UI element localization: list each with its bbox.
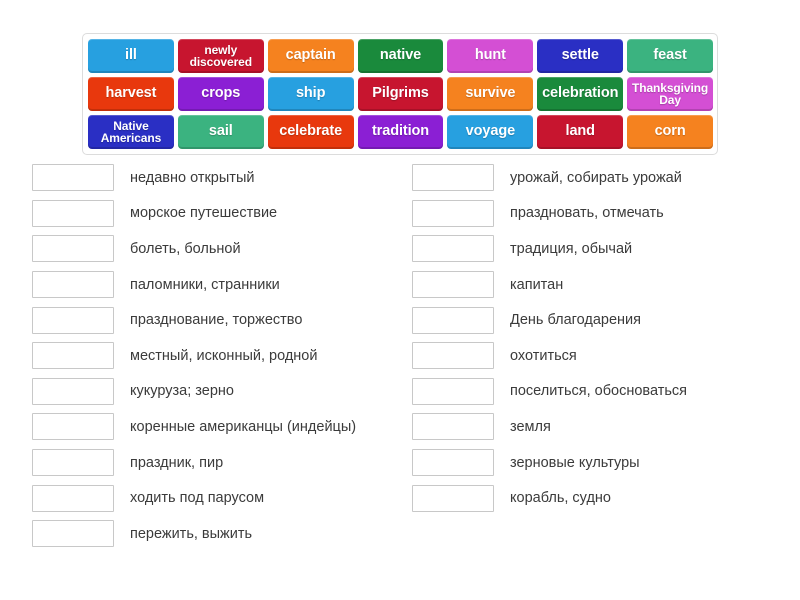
- answer-definition-label: праздновать, отмечать: [510, 205, 664, 222]
- answer-drop-box-right-9[interactable]: [412, 449, 494, 477]
- answer-row: местный, исконный, родной: [32, 338, 412, 374]
- answer-drop-box-right-6[interactable]: [412, 342, 494, 370]
- answer-drop-box-left-7[interactable]: [32, 377, 114, 405]
- answer-definition-label: недавно открытый: [130, 169, 255, 186]
- word-tile[interactable]: newly discovered: [177, 39, 264, 73]
- answer-row: коренные американцы (индейцы): [32, 409, 412, 445]
- answer-drop-box-left-5[interactable]: [32, 306, 114, 334]
- answer-definition-label: капитан: [510, 276, 564, 293]
- answer-definition-label: местный, исконный, родной: [130, 347, 318, 364]
- answer-definition-label: коренные американцы (индейцы): [130, 418, 357, 435]
- answer-definition-label: празднование, торжество: [130, 312, 303, 329]
- word-bank: ill newly discovered captain native hunt sett…: [82, 33, 718, 155]
- word-tile[interactable]: corn: [627, 115, 714, 149]
- word-tile[interactable]: feast: [627, 39, 714, 73]
- word-tile[interactable]: survive: [447, 77, 534, 111]
- answer-row: День благодарения: [412, 302, 792, 338]
- answer-definition-label: охотиться: [510, 347, 577, 364]
- answer-row: охотиться: [412, 338, 792, 374]
- answer-definition-label: зерновые культуры: [510, 454, 640, 471]
- answer-drop-box-left-11[interactable]: [32, 520, 114, 548]
- word-tile[interactable]: Native Americans: [88, 115, 174, 149]
- word-tile[interactable]: Pilgrims: [357, 77, 444, 111]
- word-tile[interactable]: celebration: [537, 77, 624, 111]
- answer-row: праздник, пир: [32, 445, 412, 481]
- answer-row: ходить под парусом: [32, 480, 412, 516]
- word-tile[interactable]: ship: [267, 77, 354, 111]
- answer-definition-label: морское путешествие: [130, 205, 278, 222]
- answer-column-left: недавно открытый морское путешествие болет…: [32, 160, 412, 552]
- answer-drop-box-right-5[interactable]: [412, 306, 494, 334]
- answer-row: земля: [412, 409, 792, 445]
- word-tile[interactable]: hunt: [447, 39, 534, 73]
- answer-definition-label: поселиться, обосноваться: [510, 383, 688, 400]
- word-tile[interactable]: Thanksgiving Day: [627, 77, 714, 111]
- answer-row: урожай, собирать урожай: [412, 160, 792, 196]
- word-tile[interactable]: captain: [267, 39, 354, 73]
- word-tile[interactable]: native: [357, 39, 444, 73]
- answer-drop-box-right-4[interactable]: [412, 271, 494, 299]
- answer-row: морское путешествие: [32, 196, 412, 232]
- answer-column-right: урожай, собирать урожай праздновать, отме…: [412, 160, 792, 552]
- answer-drop-box-left-9[interactable]: [32, 449, 114, 477]
- answer-definition-label: ходить под парусом: [130, 490, 265, 507]
- word-tile[interactable]: crops: [177, 77, 264, 111]
- answer-drop-box-right-8[interactable]: [412, 413, 494, 441]
- answer-drop-box-left-10[interactable]: [32, 484, 114, 512]
- answer-row: празднование, торжество: [32, 302, 412, 338]
- word-bank-row: ill newly discovered captain native hunt sett…: [88, 39, 714, 73]
- answer-definition-label: земля: [510, 418, 551, 435]
- word-tile[interactable]: ill: [88, 39, 174, 73]
- answer-drop-box-left-4[interactable]: [32, 271, 114, 299]
- answer-row: кукуруза; зерно: [32, 374, 412, 410]
- word-bank-row: harvest crops ship Pilgrims survive celebrati…: [88, 77, 714, 111]
- word-tile[interactable]: land: [537, 115, 624, 149]
- word-tile[interactable]: celebrate: [267, 115, 354, 149]
- answer-definition-label: кукуруза; зерно: [130, 383, 234, 400]
- answer-row: традиция, обычай: [412, 231, 792, 267]
- answer-row: паломники, странники: [32, 267, 412, 303]
- answer-definition-label: праздник, пир: [130, 454, 224, 471]
- worksheet-page: ill newly discovered captain native hunt sett…: [0, 0, 800, 600]
- answer-row: пережить, выжить: [32, 516, 412, 552]
- answer-row: поселиться, обосноваться: [412, 374, 792, 410]
- answer-drop-box-left-1[interactable]: [32, 164, 114, 192]
- answer-drop-box-right-10[interactable]: [412, 484, 494, 512]
- word-bank-row: Native Americans sail celebrate tradition vo…: [88, 115, 714, 149]
- answer-drop-box-right-2[interactable]: [412, 199, 494, 227]
- answer-definition-label: корабль, судно: [510, 490, 611, 507]
- answer-row: капитан: [412, 267, 792, 303]
- word-tile[interactable]: harvest: [88, 77, 174, 111]
- word-tile[interactable]: sail: [177, 115, 264, 149]
- word-tile[interactable]: settle: [537, 39, 624, 73]
- answer-definition-label: традиция, обычай: [510, 240, 633, 257]
- word-tile[interactable]: tradition: [357, 115, 444, 149]
- answer-drop-box-left-2[interactable]: [32, 199, 114, 227]
- answer-row: корабль, судно: [412, 480, 792, 516]
- answer-drop-box-right-1[interactable]: [412, 164, 494, 192]
- answer-definition-label: паломники, странники: [130, 276, 280, 293]
- answer-definition-label: День благодарения: [510, 312, 641, 329]
- answer-row: болеть, больной: [32, 231, 412, 267]
- answer-row: зерновые культуры: [412, 445, 792, 481]
- answer-row: праздновать, отмечать: [412, 196, 792, 232]
- answer-drop-box-left-3[interactable]: [32, 235, 114, 263]
- answer-row: недавно открытый: [32, 160, 412, 196]
- answer-drop-box-right-3[interactable]: [412, 235, 494, 263]
- answer-definition-label: пережить, выжить: [130, 525, 253, 542]
- answer-definition-label: болеть, больной: [130, 240, 241, 257]
- answer-area: недавно открытый морское путешествие болет…: [0, 160, 800, 552]
- answer-drop-box-left-6[interactable]: [32, 342, 114, 370]
- answer-drop-box-left-8[interactable]: [32, 413, 114, 441]
- answer-definition-label: урожай, собирать урожай: [510, 169, 682, 186]
- answer-drop-box-right-7[interactable]: [412, 377, 494, 405]
- word-tile[interactable]: voyage: [447, 115, 534, 149]
